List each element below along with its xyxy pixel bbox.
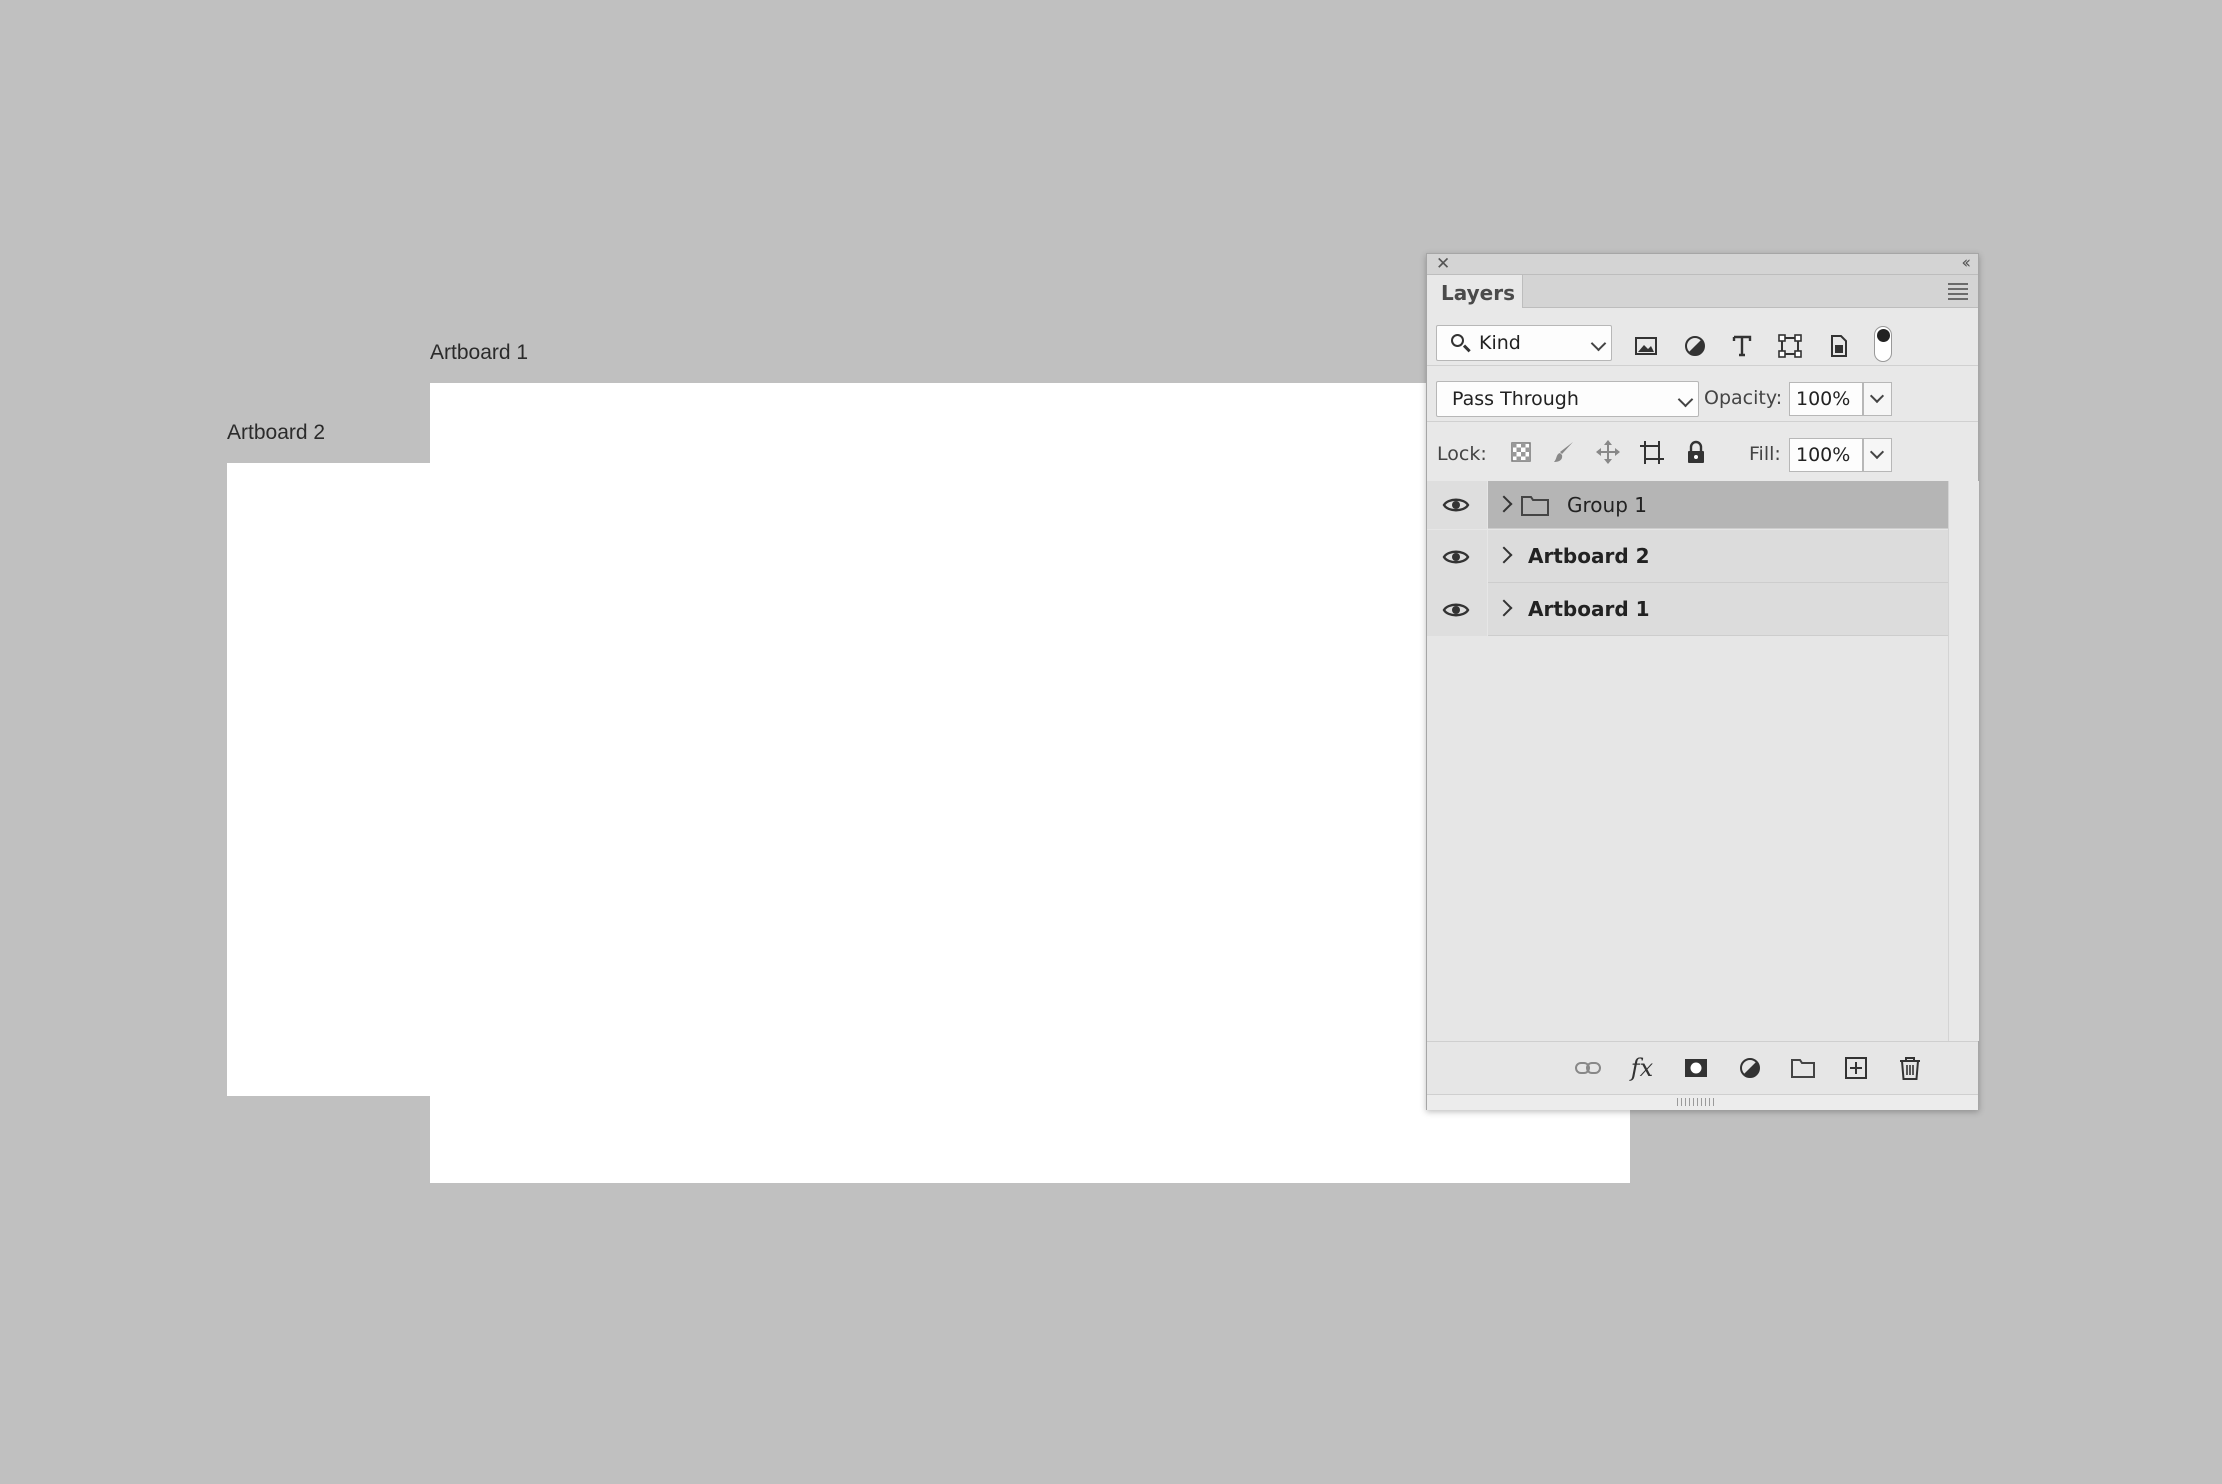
chevron-right-icon[interactable] (1495, 546, 1513, 564)
opacity-value: 100% (1796, 388, 1851, 410)
artboard-2-label[interactable]: Artboard 2 (227, 421, 325, 445)
layer-name: Artboard 1 (1528, 597, 1650, 621)
collapse-panel-icon[interactable]: ‹‹ (1961, 253, 1970, 273)
kind-filter-select[interactable]: Kind (1436, 325, 1612, 361)
layer-body[interactable]: Group 1 (1488, 481, 1948, 529)
opacity-label: Opacity: (1704, 387, 1783, 409)
layer-row-artboard-2[interactable]: Artboard 2 (1427, 530, 1948, 583)
adjustment-filter-icon[interactable] (1680, 331, 1710, 361)
search-icon (1451, 334, 1464, 347)
new-adjustment-icon[interactable] (1733, 1051, 1767, 1085)
shape-filter-icon[interactable] (1775, 331, 1805, 361)
chevron-right-icon[interactable] (1495, 495, 1513, 512)
artboard-2[interactable] (227, 463, 431, 1096)
lock-position-icon[interactable] (1593, 437, 1623, 467)
lock-row: Lock: Fill: 100% (1427, 422, 1978, 480)
opacity-input[interactable]: 100% (1789, 382, 1863, 416)
lock-transparent-pixels-icon[interactable] (1506, 437, 1536, 467)
opacity-dropdown[interactable] (1863, 382, 1892, 416)
blend-mode-value: Pass Through (1452, 388, 1579, 410)
folder-icon (1521, 496, 1549, 516)
eye-icon (1442, 498, 1470, 512)
chevron-right-icon[interactable] (1495, 599, 1513, 617)
new-group-icon[interactable] (1786, 1051, 1820, 1085)
artboard-1-label[interactable]: Artboard 1 (430, 341, 528, 365)
eye-icon (1442, 603, 1470, 616)
link-layers-icon[interactable] (1571, 1051, 1605, 1085)
filter-toggle[interactable] (1874, 326, 1892, 362)
add-mask-icon[interactable] (1679, 1051, 1713, 1085)
panel-tabbar: Layers (1427, 275, 1978, 308)
close-icon[interactable]: ✕ (1436, 255, 1450, 273)
layer-row-artboard-1[interactable]: Artboard 1 (1427, 583, 1948, 636)
visibility-toggle[interactable] (1427, 530, 1487, 583)
panel-titlebar[interactable]: ✕ ‹‹ (1427, 253, 1978, 275)
delete-icon[interactable] (1893, 1051, 1927, 1085)
panel-footer: fx (1427, 1041, 1978, 1094)
fx-icon[interactable]: fx (1625, 1051, 1659, 1085)
resize-grip[interactable] (1427, 1094, 1978, 1110)
fill-label: Fill: (1749, 443, 1781, 465)
tab-layers[interactable]: Layers (1427, 275, 1523, 308)
lock-label: Lock: (1437, 443, 1487, 465)
type-filter-icon[interactable] (1727, 331, 1757, 361)
lock-all-icon[interactable] (1681, 437, 1711, 467)
fill-dropdown[interactable] (1863, 438, 1892, 472)
image-filter-icon[interactable] (1631, 331, 1661, 361)
layer-name: Artboard 2 (1528, 544, 1650, 568)
filter-row: Kind (1427, 308, 1978, 366)
layer-body[interactable]: Artboard 1 (1488, 583, 1948, 636)
eye-icon (1442, 550, 1470, 563)
layer-body[interactable]: Artboard 2 (1488, 530, 1948, 583)
new-layer-icon[interactable] (1839, 1051, 1873, 1085)
fill-input[interactable]: 100% (1789, 438, 1863, 472)
visibility-toggle[interactable] (1427, 583, 1487, 636)
chevron-down-icon (1677, 391, 1694, 408)
blend-row: Pass Through Opacity: 100% (1427, 366, 1978, 422)
fill-value: 100% (1796, 444, 1851, 466)
panel-menu-icon[interactable] (1948, 283, 1968, 303)
layer-row-group-1[interactable]: Group 1 (1427, 481, 1948, 529)
blend-mode-select[interactable]: Pass Through (1436, 381, 1699, 417)
lock-artboard-icon[interactable] (1637, 437, 1667, 467)
visibility-toggle[interactable] (1427, 481, 1487, 529)
layer-name: Group 1 (1567, 492, 1647, 517)
layers-scrollbar[interactable] (1948, 481, 1979, 1041)
tab-layers-label: Layers (1441, 281, 1515, 305)
layers-list[interactable]: Group 1 Artboard 2 Artboard 1 (1427, 481, 1948, 1041)
kind-filter-label: Kind (1479, 332, 1521, 354)
smart-object-filter-icon[interactable] (1823, 331, 1853, 361)
layers-panel: ✕ ‹‹ Layers Kind Pass Through Opacity: 1… (1426, 253, 1979, 1110)
lock-image-pixels-icon[interactable] (1549, 437, 1579, 467)
chevron-down-icon (1590, 335, 1607, 352)
